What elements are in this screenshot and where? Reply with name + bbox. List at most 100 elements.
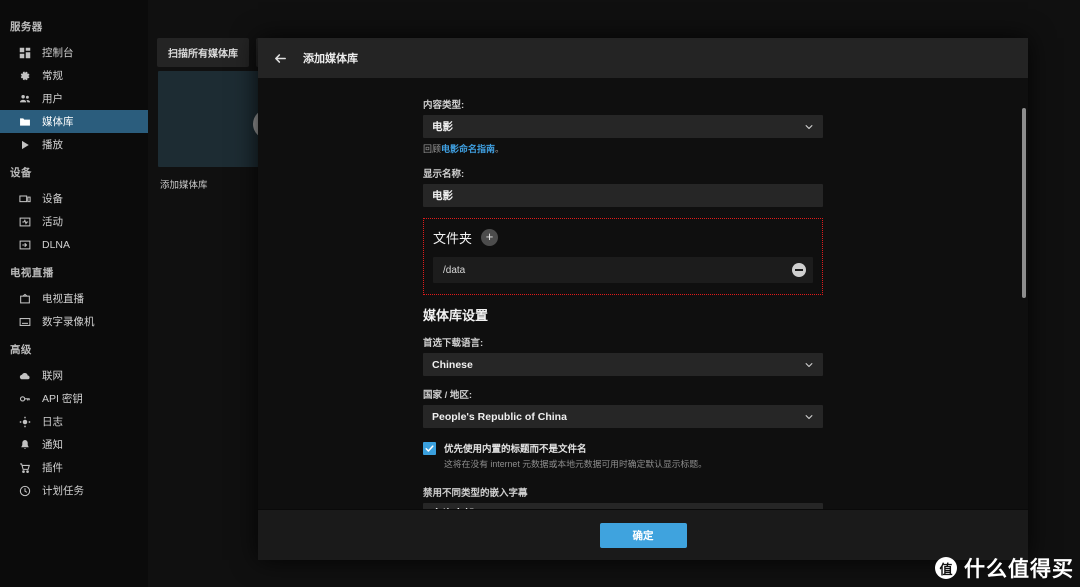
preferred-language-field: 首选下载语言: Chinese [423, 335, 823, 376]
confirm-button[interactable]: 确定 [599, 522, 687, 548]
sidebar-item-playback[interactable]: 播放 [0, 133, 148, 156]
sidebar-item-label: 计划任务 [42, 485, 84, 497]
country-select-wrap: People's Republic of China [423, 405, 823, 428]
preferred-language-label: 首选下载语言: [423, 338, 484, 349]
preferred-language-select-wrap: Chinese [423, 353, 823, 376]
sidebar-item-networking[interactable]: 联网 [0, 364, 148, 387]
sidebar-item-dashboard[interactable]: 控制台 [0, 41, 148, 64]
key-icon [18, 392, 31, 405]
log-icon [18, 415, 31, 428]
dialog-scroll-area[interactable]: 内容类型: 电影 回顾电影命名指南。 显示名称: 电影 文件夹 + /data … [258, 78, 1028, 509]
naming-hint-suffix: 。 [495, 144, 505, 154]
sidebar-item-plugins[interactable]: 插件 [0, 456, 148, 479]
dashboard-icon [18, 46, 31, 59]
sidebar-item-label: DLNA [42, 238, 71, 251]
sidebar-item-label: 活动 [42, 216, 63, 228]
sidebar-item-label: 数字录像机 [42, 316, 95, 328]
display-name-input[interactable] [423, 184, 823, 207]
folders-header: 文件夹 + [433, 228, 813, 247]
disable-subtitles-select[interactable]: 允许全部 [423, 502, 823, 509]
sidebar-item-label: 控制台 [42, 47, 74, 59]
sidebar-item-label: 用户 [42, 93, 63, 105]
content-type-label: 内容类型: [423, 100, 465, 111]
add-library-thumbnail[interactable]: + [158, 71, 283, 167]
dialog-footer: 确定 [258, 509, 1028, 560]
sidebar-item-libraries[interactable]: 媒体库 [0, 110, 148, 133]
cart-icon [18, 461, 31, 474]
sidebar-item-dlna[interactable]: DLNA [0, 233, 148, 256]
remove-folder-icon[interactable] [792, 263, 806, 277]
content-type-field: 内容类型: 电影 回顾电影命名指南。 [423, 97, 823, 155]
sidebar-item-logs[interactable]: 日志 [0, 410, 148, 433]
sidebar-group-title-devices: 设备 [10, 167, 32, 179]
watermark-badge: 值 [935, 557, 957, 579]
prefer-embedded-title-checkbox[interactable] [423, 442, 436, 455]
sidebar-item-label: 日志 [42, 416, 63, 428]
watermark-text: 什么值得买 [964, 558, 1074, 581]
activity-icon [18, 215, 31, 228]
folders-section-highlight: 文件夹 + /data [423, 218, 823, 295]
naming-guide-hint: 回顾电影命名指南。 [423, 142, 823, 155]
sidebar-item-devices[interactable]: 设备 [0, 187, 148, 210]
sidebar-item-label: 联网 [42, 370, 63, 382]
sidebar-item-label: 通知 [42, 439, 63, 451]
bell-icon [18, 438, 31, 451]
naming-guide-link[interactable]: 电影命名指南 [441, 144, 495, 154]
sidebar-item-label: 常规 [42, 70, 63, 82]
folder-list-item[interactable]: /data [433, 257, 813, 283]
add-folder-button[interactable]: + [481, 229, 499, 246]
country-field: 国家 / 地区: People's Republic of China [423, 387, 823, 428]
prefer-embedded-title-text: 优先使用内置的标题而不是文件名 这将在没有 internet 元数据或本地元数据… [444, 441, 823, 471]
gear-icon [18, 69, 31, 82]
sidebar-item-label: 设备 [42, 193, 63, 205]
sidebar-item-dvr[interactable]: 数字录像机 [0, 310, 148, 333]
watermark: 值 什么值得买 [935, 553, 1074, 583]
country-select[interactable]: People's Republic of China [423, 405, 823, 428]
display-name-field: 显示名称: [423, 166, 823, 207]
naming-hint-prefix: 回顾 [423, 144, 442, 154]
cloud-icon [18, 369, 31, 382]
sidebar-item-users[interactable]: 用户 [0, 87, 148, 110]
prefer-embedded-title-label: 优先使用内置的标题而不是文件名 [444, 444, 587, 455]
folder-path: /data [443, 264, 466, 276]
scan-all-libraries-button[interactable]: 扫描所有媒体库 [157, 38, 249, 67]
add-library-form: 内容类型: 电影 回顾电影命名指南。 显示名称: 电影 文件夹 + /data … [423, 78, 823, 509]
library-settings-title: 媒体库设置 [423, 308, 489, 323]
sidebar-item-label: API 密钥 [42, 393, 83, 405]
dvr-icon [18, 315, 31, 328]
dialog-scrollbar[interactable] [1022, 78, 1026, 509]
sidebar-item-api-keys[interactable]: API 密钥 [0, 387, 148, 410]
users-icon [18, 92, 31, 105]
disable-subtitles-field: 禁用不同类型的嵌入字幕 允许全部 禁用媒体容器中封装的字幕。 需要对媒体库进行全… [423, 485, 823, 509]
prefer-embedded-title-row: 优先使用内置的标题而不是文件名 这将在没有 internet 元数据或本地元数据… [423, 441, 823, 471]
country-label: 国家 / 地区: [423, 390, 473, 401]
content-type-select[interactable]: 电影 [423, 115, 823, 138]
sidebar-item-notifications[interactable]: 通知 [0, 433, 148, 456]
sidebar-item-live-tv[interactable]: 电视直播 [0, 287, 148, 310]
sidebar-item-label: 播放 [42, 139, 63, 151]
device-icon [18, 192, 31, 205]
folder-icon [18, 115, 31, 128]
preferred-language-select[interactable]: Chinese [423, 353, 823, 376]
dialog-body: 内容类型: 电影 回顾电影命名指南。 显示名称: 电影 文件夹 + /data … [258, 78, 1028, 509]
sidebar-group-title-livetv: 电视直播 [10, 267, 54, 279]
clock-icon [18, 484, 31, 497]
add-library-card-label: 添加媒体库 [160, 180, 208, 191]
sidebar-item-label: 电视直播 [42, 293, 84, 305]
disable-subtitles-label: 禁用不同类型的嵌入字幕 [423, 487, 528, 499]
sidebar-item-general[interactable]: 常规 [0, 64, 148, 87]
dlna-icon [18, 238, 31, 251]
sidebar-item-scheduled-tasks[interactable]: 计划任务 [0, 479, 148, 502]
content-type-select-wrap: 电影 [423, 115, 823, 138]
dialog-title: 添加媒体库 [303, 53, 358, 65]
sidebar-group-title-advanced: 高级 [10, 344, 32, 356]
sidebar-item-activity[interactable]: 活动 [0, 210, 148, 233]
dialog-header: 添加媒体库 [258, 38, 1028, 78]
scrollbar-thumb[interactable] [1022, 108, 1026, 298]
play-icon [18, 138, 31, 151]
arrow-left-icon[interactable] [272, 50, 289, 67]
disable-subtitles-select-wrap: 允许全部 [423, 502, 823, 509]
add-library-card[interactable]: + 添加媒体库 [158, 71, 283, 191]
prefer-embedded-title-description: 这将在没有 internet 元数据或本地元数据可用时确定默认显示标题。 [444, 459, 707, 469]
sidebar-item-label: 媒体库 [42, 116, 74, 128]
